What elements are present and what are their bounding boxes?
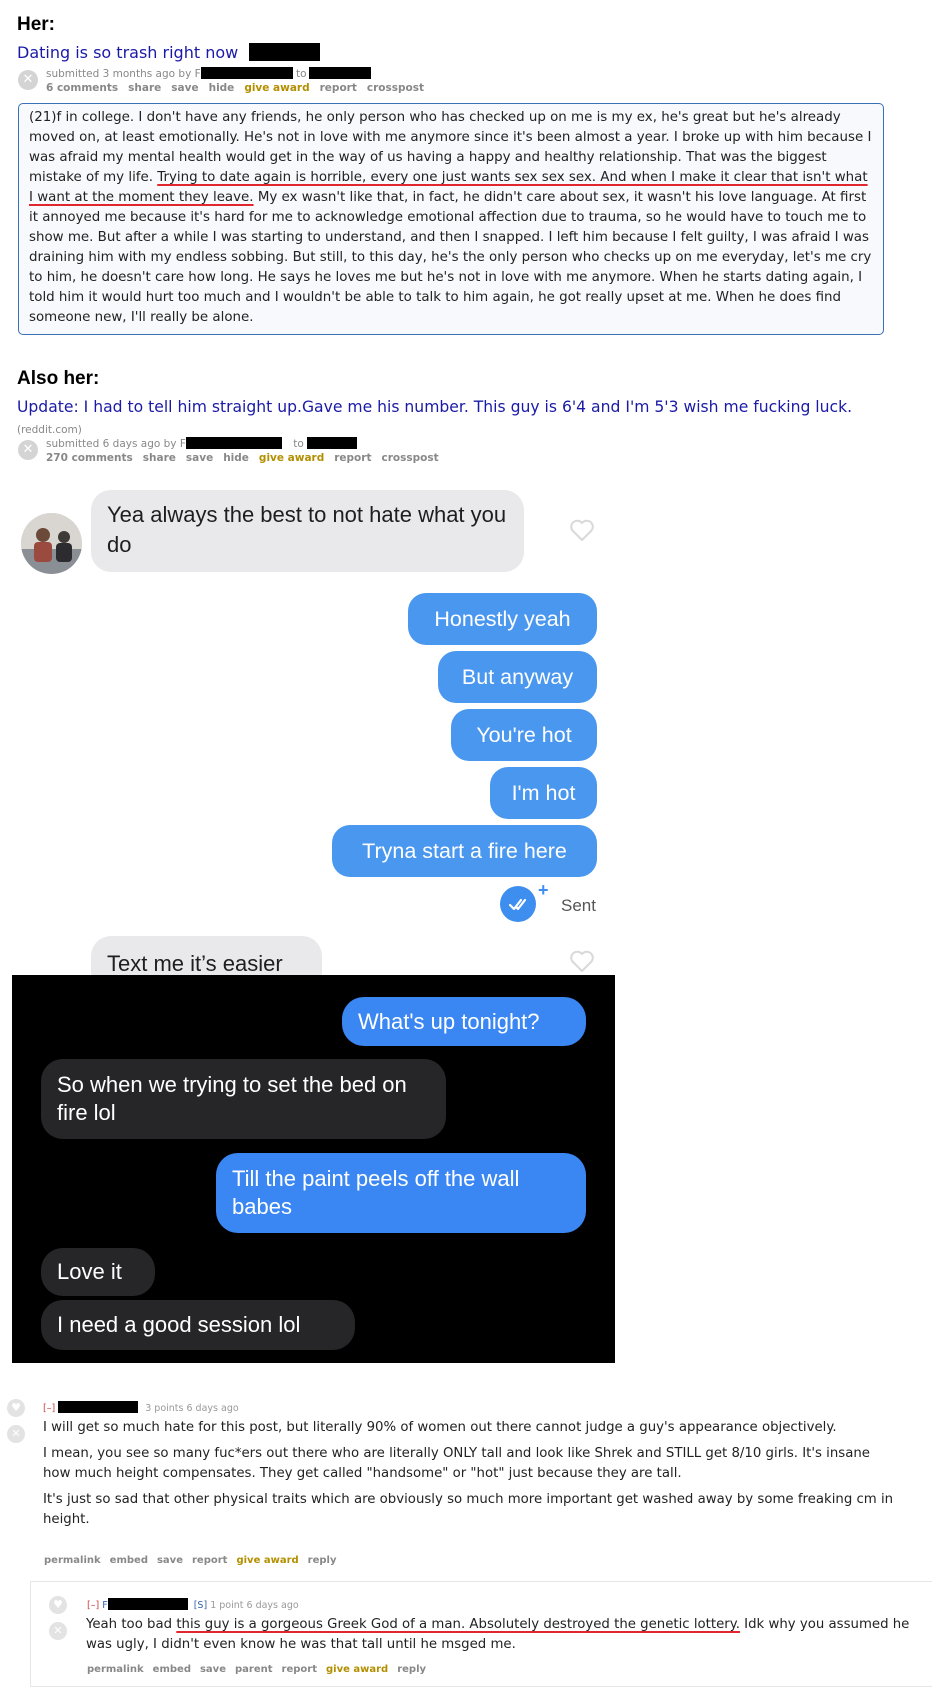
selftext-part2: My ex wasn't like that, in fact, he didn… [29, 190, 872, 325]
outgoing-message: I'm hot [490, 767, 597, 819]
redacted-author [58, 1401, 139, 1413]
post2-actions: 270 comments share save hide give award repor… [46, 452, 449, 464]
submitter-flair: [S] [193, 1600, 208, 1611]
comment1-paragraph: It's just so sad that other physical tra… [43, 1492, 894, 1527]
post1-title-text[interactable]: Dating is so trash right now [17, 43, 238, 62]
post2-submitted: submitted 6 days ago by F [46, 438, 186, 450]
heart-icon[interactable] [569, 518, 595, 542]
incoming-message: Yea always the best to not hate what you… [91, 490, 524, 572]
post1-tagline: submitted 3 months ago by F to [46, 67, 371, 80]
read-receipt-icon [500, 886, 536, 922]
post1-title[interactable]: Dating is so trash right now [17, 43, 321, 62]
redacted-author [107, 1598, 188, 1610]
crosspost-link[interactable]: crosspost [367, 82, 424, 94]
comment2-actions: permalink embed save parent report give award… [87, 1664, 435, 1675]
heart-icon[interactable] [569, 949, 595, 973]
upvote-heart-icon[interactable]: ♥ [7, 1399, 25, 1417]
comment1-tagline: [–] 3 points 6 days ago [43, 1401, 239, 1414]
redacted-subreddit [306, 437, 357, 449]
comment2-text-start: Yeah too bad [86, 1617, 177, 1632]
incoming-message: Love it [41, 1248, 155, 1296]
reply-link[interactable]: reply [308, 1555, 337, 1566]
collapse-toggle[interactable]: [–] [43, 1403, 55, 1414]
hide-link[interactable]: hide [223, 452, 249, 464]
embed-link[interactable]: embed [110, 1555, 148, 1566]
give-award-link[interactable]: give award [244, 82, 309, 94]
give-award-link[interactable]: give award [326, 1664, 388, 1675]
comment1-score-time: 3 points 6 days ago [145, 1403, 239, 1414]
redacted-subreddit [308, 67, 371, 79]
parent-link[interactable]: parent [235, 1664, 273, 1675]
incoming-message: I need a good session lol [41, 1300, 355, 1350]
outgoing-message: You're hot [451, 709, 597, 761]
hide-link[interactable]: hide [209, 82, 235, 94]
permalink-link[interactable]: permalink [87, 1664, 144, 1675]
give-award-link[interactable]: give award [259, 452, 324, 464]
comment1-paragraph: I mean, you see so many fuc*ers out ther… [43, 1446, 870, 1481]
share-link[interactable]: share [128, 82, 161, 94]
crosspost-link[interactable]: crosspost [381, 452, 438, 464]
redacted-block [249, 43, 321, 61]
close-icon[interactable]: ✕ [7, 1425, 25, 1443]
comment1-body: I will get so much hate for this post, b… [43, 1418, 895, 1536]
comments-link[interactable]: 6 comments [46, 82, 118, 94]
post1-actions: 6 comments share save hide give award report c… [46, 82, 434, 94]
close-icon[interactable]: ✕ [18, 70, 38, 90]
outgoing-message: But anyway [438, 651, 597, 703]
post1-submitted: submitted 3 months ago by F [46, 68, 201, 80]
report-link[interactable]: report [282, 1664, 317, 1675]
save-link[interactable]: save [157, 1555, 183, 1566]
save-link[interactable]: save [171, 82, 198, 94]
close-icon[interactable]: ✕ [18, 440, 38, 460]
incoming-message: So when we trying to set the bed on fire… [41, 1059, 446, 1139]
plus-icon: + [538, 880, 549, 900]
post1-to: to [296, 68, 307, 80]
close-icon[interactable]: ✕ [49, 1622, 67, 1640]
redacted-author [200, 67, 293, 79]
post1-heading: Her: [17, 14, 56, 35]
post1-selftext: (21)f in college. I don't have any frien… [18, 103, 884, 335]
collapse-toggle[interactable]: [–] [87, 1600, 99, 1611]
comment2-tagline: [–] F [S] 1 point 6 days ago [87, 1598, 299, 1611]
save-link[interactable]: save [200, 1664, 226, 1675]
save-link[interactable]: save [186, 452, 213, 464]
share-link[interactable]: share [143, 452, 176, 464]
comment1-paragraph: I will get so much hate for this post, b… [43, 1420, 837, 1435]
outgoing-message: What's up tonight? [342, 997, 586, 1046]
comment2-score-time: 1 point 6 days ago [210, 1600, 299, 1611]
upvote-heart-icon[interactable]: ♥ [49, 1596, 67, 1614]
post2-to: to [293, 438, 304, 450]
post2-tagline: submitted 6 days ago by F to [46, 437, 357, 450]
post2-domain[interactable]: (reddit.com) [17, 424, 82, 436]
comment1-actions: permalink embed save report give award reply [44, 1555, 346, 1566]
outgoing-message: Honestly yeah [408, 593, 597, 645]
comment2-body: Yeah too bad this guy is a gorgeous Gree… [86, 1615, 916, 1661]
permalink-link[interactable]: permalink [44, 1555, 101, 1566]
avatar[interactable] [21, 513, 82, 574]
report-link[interactable]: report [334, 452, 371, 464]
comment2-text-underlined: this guy is a gorgeous Greek God of a ma… [176, 1617, 740, 1632]
report-link[interactable]: report [192, 1555, 227, 1566]
sent-status: Sent [561, 896, 596, 915]
post2-title[interactable]: Update: I had to tell him straight up.Ga… [17, 398, 852, 416]
redacted-author [185, 437, 282, 449]
report-link[interactable]: report [320, 82, 357, 94]
embed-link[interactable]: embed [153, 1664, 191, 1675]
comments-link[interactable]: 270 comments [46, 452, 133, 464]
avatar-photo-icon [21, 513, 82, 574]
reply-link[interactable]: reply [397, 1664, 426, 1675]
post2-heading: Also her: [17, 368, 100, 389]
outgoing-message: Till the paint peels off the wall babes [216, 1153, 586, 1233]
give-award-link[interactable]: give award [236, 1555, 298, 1566]
outgoing-message: Tryna start a fire here [332, 825, 597, 877]
